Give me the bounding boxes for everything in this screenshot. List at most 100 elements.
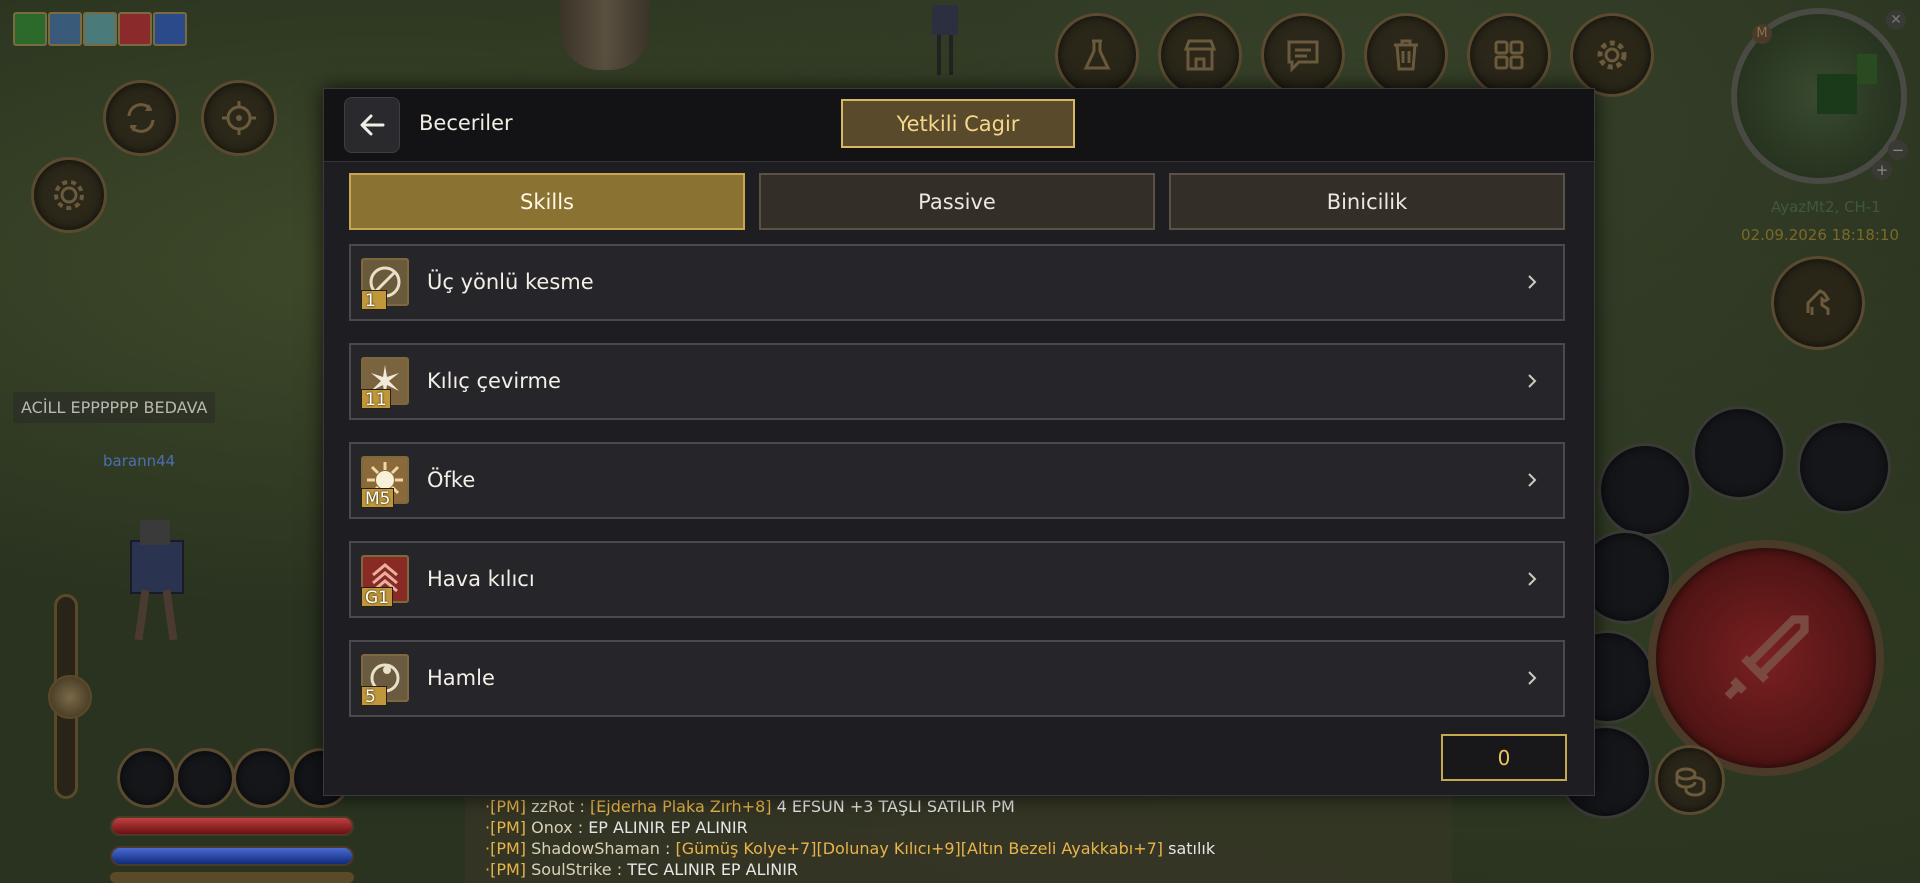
chat-message-text: EP ALINIR EP ALINIR [588,818,748,837]
auto-hunt-button[interactable] [103,80,179,156]
settings-button[interactable] [1570,13,1654,97]
trash-button[interactable] [1364,13,1448,97]
back-button[interactable] [344,97,400,153]
chevron-right-icon [1528,473,1537,487]
chat-item-link[interactable]: [Ejderha Plaka Zırh+8] [590,797,772,816]
refresh-icon [127,103,155,133]
player-name: barann44 [103,452,176,470]
minimap-m-button[interactable]: M [1752,24,1772,44]
skill-name: Kılıç çevirme [427,369,561,393]
chat-pm-tag: [PM] [490,797,527,816]
message-icon [1287,40,1319,73]
shop-icon [1183,39,1217,71]
belt-slot-3[interactable] [233,748,293,808]
settings-left-button[interactable] [31,157,107,233]
quick-slot-2[interactable] [1797,420,1891,514]
horse-icon [1806,289,1831,315]
chevron-right-icon [1528,275,1537,289]
chevron-right-icon [1528,374,1537,388]
flask-icon [1083,39,1111,70]
exp-bar [110,872,354,883]
shout-message: ACİLL EPPPPPP BEDAVA [13,392,216,423]
belt-slot-2[interactable] [175,748,235,808]
chat-sender[interactable]: SoulStrike : [526,860,627,879]
target-button[interactable] [201,80,277,156]
tab-skills[interactable]: Skills [349,173,745,230]
coin-button[interactable] [1655,745,1725,815]
minimap-zoom-in-button[interactable]: + [1872,160,1892,180]
buff-icon-5 [153,12,187,46]
trash-icon [1394,39,1418,71]
gear-icon [54,180,84,210]
arrow-left-icon [360,114,385,136]
skill-row-hamle[interactable]: 5 Hamle [349,640,1565,717]
coins-icon [1675,767,1706,797]
sp-bar [110,846,354,866]
sword-icon [1724,615,1809,700]
tab-passive[interactable]: Passive [759,173,1155,230]
minimap-close-icon[interactable]: ✕ [1886,10,1906,30]
skill-row-ofke[interactable]: M5 Öfke [349,442,1565,519]
chat-item-link[interactable]: [Gümüş Kolye+7][Dolunay Kılıcı+9][Altın … [675,839,1163,858]
skill-level-badge: 1 [361,290,387,311]
skill-list[interactable]: 1 Üç yönlü kesme 11 Kılıç çevirme M5 Öfk… [324,239,1594,725]
shop-button[interactable] [1158,13,1242,97]
grid-icon [1494,40,1524,70]
skill-level-badge: 5 [361,686,387,707]
skill-name: Öfke [427,468,476,492]
buff-icon-2 [48,12,82,46]
chat-sender[interactable]: Onox : [526,818,588,837]
chevron-right-icon [1528,572,1537,586]
buff-icon-3 [83,12,117,46]
skill-level-badge: 11 [361,389,391,410]
chat-sender[interactable]: ShadowShaman : [526,839,675,858]
quick-slot-1[interactable] [1692,406,1786,500]
datetime-label: 02.09.2026 18:18:10 [1741,226,1900,244]
skill-level-badge: M5 [361,488,395,509]
chat-log[interactable]: ·[PM] zzRot : [Ejderha Plaka Zırh+8] 4 E… [465,794,1452,883]
camera-slider-handle[interactable] [48,675,92,719]
chat-pm-tag: [PM] [490,839,527,858]
gear-icon [1597,40,1627,70]
player-character[interactable] [120,520,200,641]
attack-button[interactable] [1648,540,1884,776]
skill-row-uc-yonlu-kesme[interactable]: 1 Üç yönlü kesme [349,244,1565,321]
dialog-header: Beceriler Yetkili Cagir [324,89,1594,162]
dialog-title: Beceriler [419,111,513,135]
minimap-zoom-out-button[interactable]: − [1888,140,1908,160]
chat-line: ·[PM] ShadowShaman : [Gümüş Kolye+7][Dol… [485,839,1216,858]
skill-name: Hava kılıcı [427,567,535,591]
chat-line: ·[PM] Onox : EP ALINIR EP ALINIR [485,818,748,837]
chat-sender[interactable]: zzRot : [526,797,590,816]
chat-line: ·[PM] SoulStrike : TEC ALINIR EP ALINIR [485,860,799,879]
chat-message-text: satılık [1163,839,1216,858]
buff-icon-4 [118,12,152,46]
skill-level-badge: G1 [361,587,393,608]
server-channel-label: AyazMt2, CH-1 [1771,198,1881,216]
buff-icon-1 [13,12,47,46]
skill-row-kilic-cevirme[interactable]: 11 Kılıç çevirme [349,343,1565,420]
skill-name: Hamle [427,666,495,690]
skill-points-counter: 0 [1441,734,1567,781]
skills-dialog: Beceriler Yetkili Cagir Skills Passive B… [323,88,1595,796]
chat-pm-tag: [PM] [490,860,527,879]
mount-button[interactable] [1771,256,1865,350]
chat-line: ·[PM] zzRot : [Ejderha Plaka Zırh+8] 4 E… [485,797,1015,816]
inventory-button[interactable] [1467,13,1551,97]
tab-binicilik[interactable]: Binicilik [1169,173,1565,230]
potion-button[interactable] [1055,13,1139,97]
chat-message-text: TEC ALINIR EP ALINIR [627,860,799,879]
chat-pm-tag: [PM] [490,818,527,837]
hp-bar [110,816,354,836]
quick-slot-3[interactable] [1598,443,1692,537]
crosshair-icon [222,101,256,135]
npc-figure [930,5,960,80]
chat-button[interactable] [1261,13,1345,97]
chevron-right-icon [1528,671,1537,685]
tree-trunk [560,0,650,70]
call-gm-button[interactable]: Yetkili Cagir [841,99,1075,148]
chat-message-text: 4 EFSUN +3 TAŞLI SATILIR PM [771,797,1015,816]
skill-name: Üç yönlü kesme [427,270,594,294]
skill-row-hava-kilici[interactable]: G1 Hava kılıcı [349,541,1565,618]
belt-slot-1[interactable] [117,748,177,808]
